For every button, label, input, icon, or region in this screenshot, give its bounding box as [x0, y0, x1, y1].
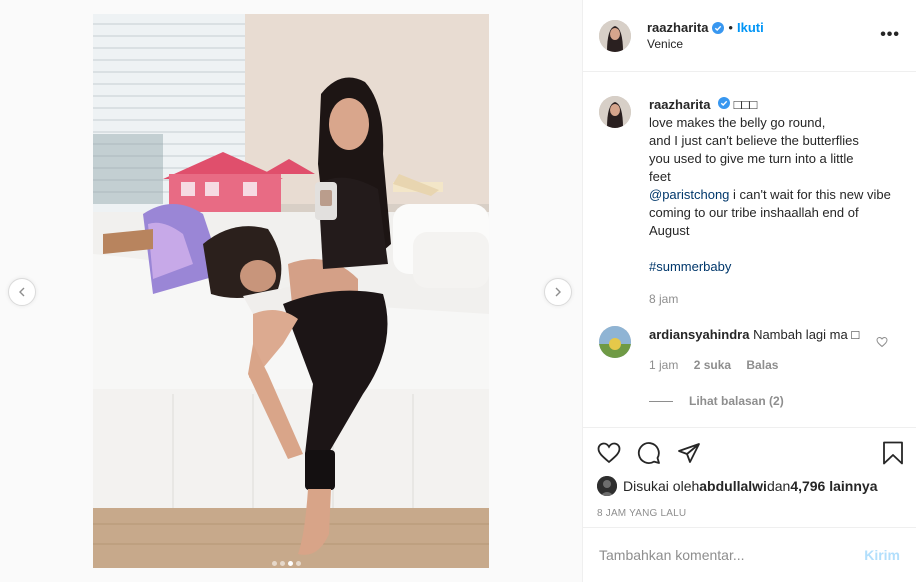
carousel-dot — [272, 561, 277, 566]
post-comment-button[interactable]: Kirim — [864, 547, 900, 563]
save-button[interactable] — [882, 441, 904, 465]
post-actions: Disukai oleh abdullalwi dan 4,796 lainny… — [583, 427, 916, 527]
view-replies-label: Lihat balasan (2) — [689, 394, 784, 408]
likes-middle: dan — [766, 478, 791, 494]
caption-line: and I just can't believe the butterflies — [649, 133, 859, 148]
post-header: raazharita • Ikuti Venice ••• — [583, 0, 916, 72]
verified-badge-icon — [718, 97, 731, 109]
comment-time[interactable]: 1 jam — [649, 358, 678, 372]
chevron-left-icon — [19, 287, 25, 297]
replies-divider — [649, 400, 673, 402]
post-timestamp[interactable]: 8 JAM YANG LALU — [597, 508, 904, 519]
likes-count[interactable]: 4,796 lainnya — [790, 478, 877, 494]
mention-link[interactable]: @paristchong — [649, 187, 729, 202]
caption-emoji: □□□ — [733, 97, 758, 112]
carousel-dot — [296, 561, 301, 566]
caption-comment: raazharita □□□ love makes the belly go r… — [599, 96, 900, 308]
caption-avatar[interactable] — [599, 96, 631, 128]
comment-likes[interactable]: 2 suka — [694, 358, 731, 372]
post-location[interactable]: Venice — [647, 37, 764, 51]
separator-bullet: • — [728, 20, 733, 35]
caption-time[interactable]: 8 jam — [649, 292, 678, 306]
caption-line: feet — [649, 169, 671, 184]
comment-bubble-icon — [637, 442, 660, 464]
post-side-panel: raazharita • Ikuti Venice ••• raazharita… — [583, 0, 916, 582]
caption-line: you used to give me turn into a little — [649, 151, 854, 166]
comments-list: raazharita □□□ love makes the belly go r… — [583, 72, 916, 427]
comment-input[interactable]: Tambahkan komentar... — [599, 547, 864, 563]
more-options-button[interactable]: ••• — [880, 26, 900, 44]
heart-icon — [597, 442, 621, 464]
like-comment-heart-icon[interactable] — [876, 336, 888, 348]
bookmark-icon — [883, 441, 903, 465]
post-media-area — [0, 0, 583, 582]
caption-mention-line: @paristchong i can't wait for this new v… — [649, 186, 900, 240]
liker-avatar[interactable] — [597, 476, 617, 496]
liker-username[interactable]: abdullalwi — [699, 478, 767, 494]
carousel-dot-active — [288, 561, 293, 566]
follow-button[interactable]: Ikuti — [737, 20, 764, 35]
previous-photo-button[interactable] — [8, 278, 36, 306]
like-button[interactable] — [597, 441, 621, 465]
carousel-indicator — [272, 561, 301, 566]
comment-item: ardiansyahindra Nambah lagi ma □ 1 jam 2… — [599, 326, 900, 374]
comment-emoji: □ — [851, 327, 860, 342]
add-comment-bar: Tambahkan komentar... Kirim — [583, 527, 916, 582]
likes-summary: Disukai oleh abdullalwi dan 4,796 lainny… — [597, 476, 904, 496]
caption-line: love makes the belly go round, — [649, 115, 826, 130]
paper-plane-icon — [678, 443, 700, 463]
share-button[interactable] — [677, 441, 701, 465]
likes-prefix: Disukai oleh — [623, 478, 700, 494]
reply-button[interactable]: Balas — [746, 358, 778, 372]
carousel-dot — [280, 561, 285, 566]
author-avatar[interactable] — [599, 19, 631, 52]
view-replies-button[interactable]: Lihat balasan (2) — [649, 394, 900, 408]
commenter-username[interactable]: ardiansyahindra — [649, 327, 749, 342]
commenter-avatar[interactable] — [599, 326, 631, 358]
next-photo-button[interactable] — [544, 278, 572, 306]
author-username[interactable]: raazharita — [647, 20, 708, 35]
post-photo[interactable] — [93, 14, 489, 568]
comment-text: Nambah lagi ma — [753, 327, 848, 342]
caption-username[interactable]: raazharita — [649, 97, 710, 112]
comment-button[interactable] — [637, 441, 661, 465]
verified-badge-icon — [712, 21, 725, 34]
chevron-right-icon — [555, 287, 561, 297]
hashtag-link[interactable]: #summerbaby — [649, 258, 900, 276]
